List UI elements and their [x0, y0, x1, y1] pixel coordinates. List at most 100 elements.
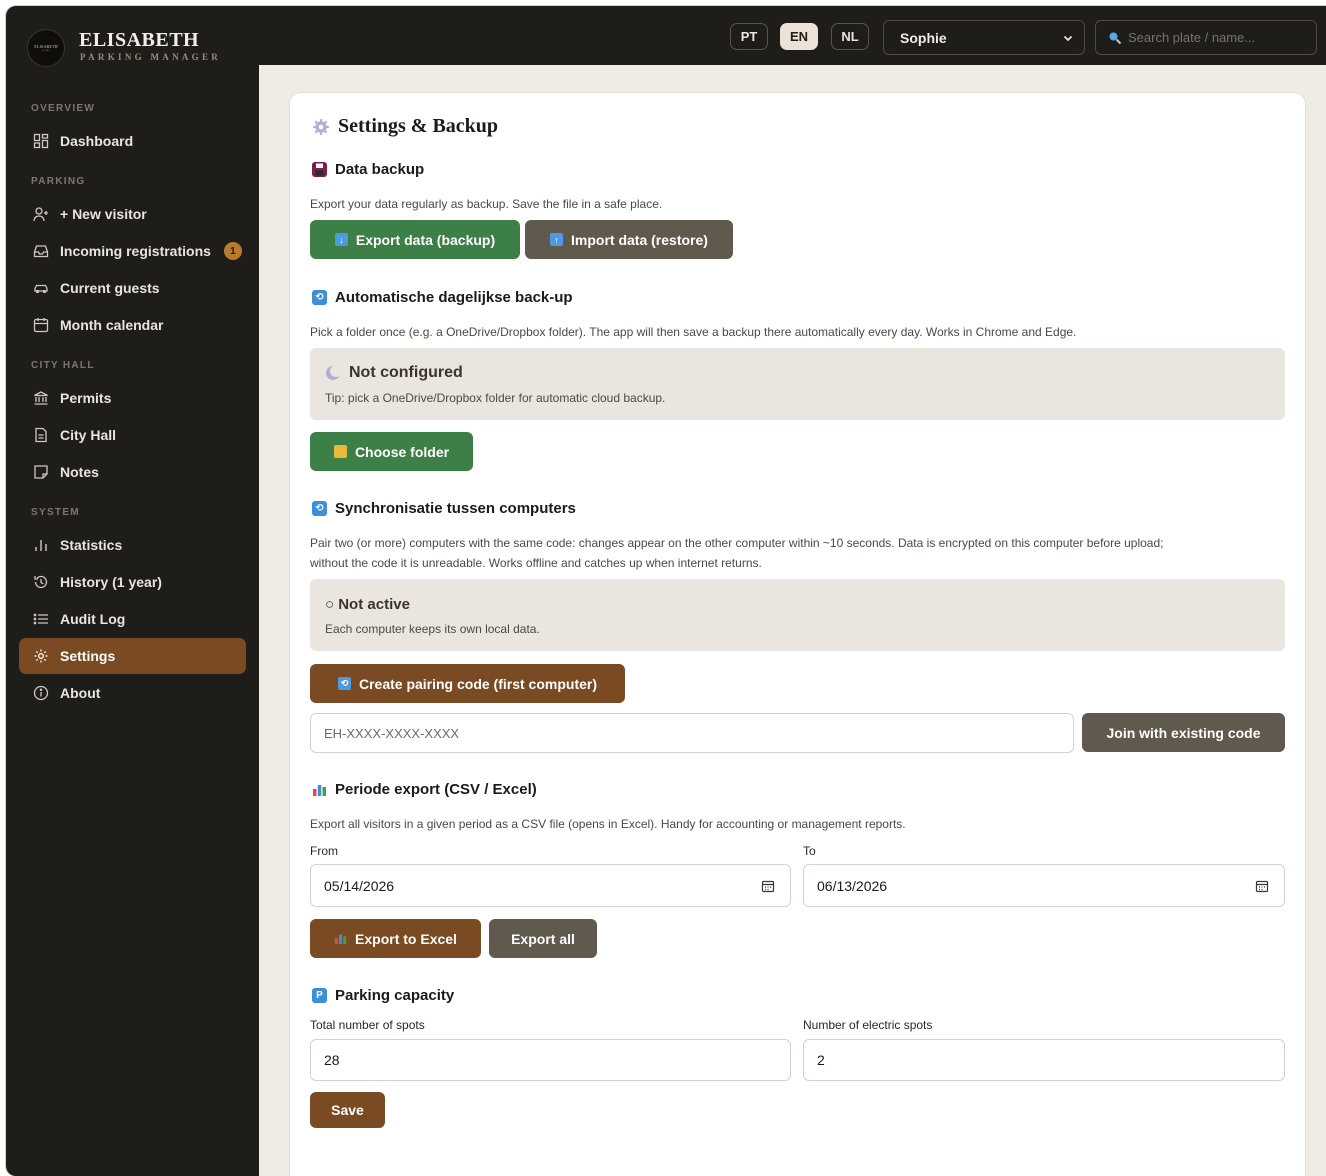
sidebar-item-permits[interactable]: Permits: [19, 380, 246, 416]
status-text: Not configured: [349, 364, 463, 381]
calendar-icon: [32, 316, 50, 334]
settings-card: Settings & Backup Data backup Export you…: [289, 92, 1306, 1176]
parking-icon: P: [312, 988, 327, 1003]
sidebar-item-settings[interactable]: Settings: [19, 638, 246, 674]
sidebar-item-about[interactable]: About: [19, 675, 246, 711]
lang-en-button[interactable]: EN: [780, 23, 819, 50]
sidebar-item-label: Dashboard: [60, 133, 134, 149]
input-value: 28: [324, 1052, 340, 1068]
sidebar-item-label: Current guests: [60, 280, 160, 296]
nav-section-system: SYSTEM: [31, 507, 80, 518]
page-title: Settings & Backup: [338, 115, 499, 137]
history-icon: [32, 573, 50, 591]
inbox-icon: [32, 242, 50, 260]
to-date-input[interactable]: 06/13/2026: [803, 864, 1285, 907]
section-description-continued: without the code it is unreadable. Works…: [310, 556, 762, 570]
join-existing-code-button[interactable]: Join with existing code: [1082, 713, 1285, 752]
import-data-button[interactable]: ↑ Import data (restore): [525, 220, 733, 259]
lang-nl-button[interactable]: NL: [831, 23, 869, 50]
search-input[interactable]: Search plate / name...: [1095, 20, 1317, 55]
section-title-sync: ⟲ Synchronisatie tussen computers: [312, 500, 576, 517]
sidebar-item-incoming-registrations[interactable]: Incoming registrations 1: [19, 233, 246, 269]
folder-icon: [333, 445, 347, 458]
sidebar-item-label: Notes: [60, 464, 99, 480]
search-icon: [1108, 31, 1122, 45]
section-title: Periode export (CSV / Excel): [335, 781, 537, 798]
moon-icon: [325, 365, 341, 381]
from-date-input[interactable]: 05/14/2026: [310, 864, 791, 907]
chevron-down-icon: [1062, 31, 1074, 43]
brand-logo: ELISABETH HOTEL: [27, 29, 65, 67]
brand-subtitle: PARKING MANAGER: [80, 52, 222, 62]
from-label: From: [310, 844, 338, 858]
section-title-period-export: Periode export (CSV / Excel): [312, 781, 537, 798]
section-title-parking-capacity: P Parking capacity: [312, 987, 454, 1004]
sidebar-item-dashboard[interactable]: Dashboard: [19, 123, 246, 159]
export-to-excel-button[interactable]: Export to Excel: [310, 919, 481, 958]
calendar-icon[interactable]: [1255, 879, 1269, 893]
button-label: Save: [331, 1102, 364, 1118]
pairing-code-input[interactable]: EH-XXXX-XXXX-XXXX: [310, 713, 1074, 753]
page-title-row: Settings & Backup: [312, 115, 498, 138]
sidebar-item-audit-log[interactable]: Audit Log: [19, 601, 246, 637]
sync-status-panel: ○ Not active Each computer keeps its own…: [310, 579, 1285, 651]
brand-logo-text: ELISABETH: [34, 44, 58, 49]
bank-icon: [32, 389, 50, 407]
sidebar-item-notes[interactable]: Notes: [19, 454, 246, 490]
nav-section-overview: OVERVIEW: [31, 103, 96, 114]
user-select[interactable]: Sophie: [883, 20, 1085, 55]
section-title: Automatische dagelijkse back-up: [335, 289, 573, 306]
sidebar-item-label: Statistics: [60, 537, 123, 553]
section-description: Pair two (or more) computers with the sa…: [310, 536, 1164, 550]
button-label: Export all: [511, 930, 575, 947]
button-label: Create pairing code (first computer): [358, 675, 598, 692]
refresh-icon: ⟲: [312, 290, 327, 305]
sidebar-item-history[interactable]: History (1 year): [19, 564, 246, 600]
button-label: Choose folder: [354, 443, 450, 460]
section-description: Export your data regularly as backup. Sa…: [310, 197, 663, 211]
auto-backup-status: Not configured: [325, 364, 463, 382]
bar-chart-icon: [312, 782, 327, 797]
gear-icon: [312, 118, 330, 136]
export-data-button[interactable]: ↓ Export data (backup): [310, 220, 520, 259]
electric-spots-input[interactable]: 2: [803, 1039, 1285, 1081]
section-description: Export all visitors in a given period as…: [310, 817, 906, 831]
input-placeholder: EH-XXXX-XXXX-XXXX: [324, 725, 460, 741]
sidebar-item-current-guests[interactable]: Current guests: [19, 270, 246, 306]
auto-backup-status-panel: Not configured Tip: pick a OneDrive/Drop…: [310, 348, 1285, 420]
create-pairing-code-button[interactable]: ⟲ Create pairing code (first computer): [310, 664, 625, 703]
button-label: Export data (backup): [355, 231, 496, 248]
sidebar-item-label: About: [60, 685, 101, 701]
section-description: Pick a folder once (e.g. a OneDrive/Drop…: [310, 325, 1077, 339]
sidebar-item-label: Audit Log: [60, 611, 126, 627]
button-label: Import data (restore): [571, 231, 708, 248]
sidebar-item-label: City Hall: [60, 427, 117, 443]
sidebar-item-city-hall[interactable]: City Hall: [19, 417, 246, 453]
sidebar-item-label: Incoming registrations: [60, 243, 211, 259]
arrow-down-icon: ↓: [334, 233, 348, 246]
export-all-button[interactable]: Export all: [489, 919, 597, 958]
calendar-icon[interactable]: [761, 879, 775, 893]
lang-pt-button[interactable]: PT: [730, 23, 768, 50]
total-spots-input[interactable]: 28: [310, 1039, 791, 1081]
gear-icon: [32, 647, 50, 665]
search-placeholder: Search plate / name...: [1128, 30, 1256, 45]
nav-section-parking: PARKING: [31, 176, 86, 187]
sidebar-item-label: History (1 year): [60, 574, 162, 590]
sidebar-item-new-visitor[interactable]: + New visitor: [19, 196, 246, 232]
sidebar-item-label: Month calendar: [60, 317, 164, 333]
registrations-count-badge: 1: [223, 242, 242, 260]
choose-folder-button[interactable]: Choose folder: [310, 432, 473, 471]
sidebar-item-statistics[interactable]: Statistics: [19, 527, 246, 563]
sidebar-item-month-calendar[interactable]: Month calendar: [19, 307, 246, 343]
to-label: To: [803, 844, 816, 858]
input-value: 2: [817, 1052, 825, 1068]
sidebar: ELISABETH HOTEL ELISABETH PARKING MANAGE…: [6, 6, 259, 1176]
save-capacity-button[interactable]: Save: [310, 1092, 385, 1128]
sidebar-item-label: Permits: [60, 390, 112, 406]
sidebar-item-label: + New visitor: [60, 206, 147, 222]
button-label: Join with existing code: [1106, 724, 1261, 741]
sidebar-item-label: Settings: [60, 648, 116, 664]
note-icon: [32, 463, 50, 481]
bar-chart-icon: [334, 932, 347, 945]
